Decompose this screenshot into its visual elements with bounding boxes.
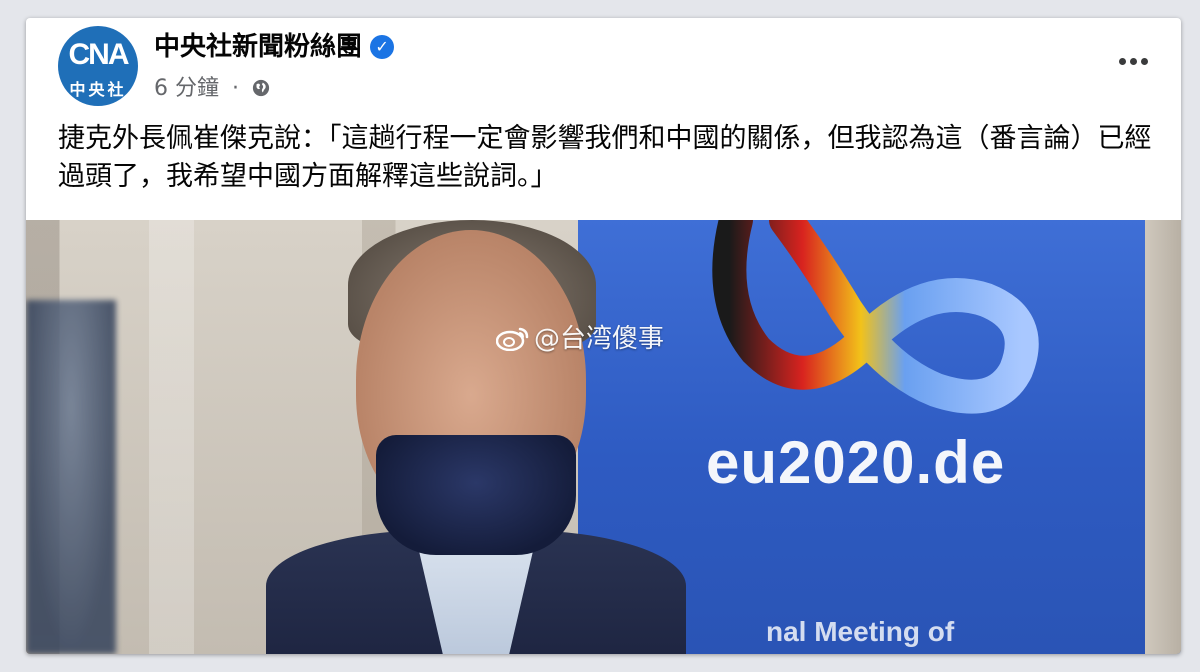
meta-separator: · — [232, 76, 239, 101]
image-background-person — [26, 300, 116, 654]
verified-badge-icon: ✓ — [370, 35, 395, 59]
watermark: @台湾傻事 — [496, 318, 664, 355]
avatar-logo-text: CNA — [68, 38, 130, 71]
page-name-label[interactable]: 中央社新聞粉絲團 — [154, 32, 362, 62]
banner-subtext: nal Meeting of — [766, 616, 955, 647]
post-image[interactable]: eu2020.de nal Meeting of @台湾傻事 — [26, 220, 1181, 654]
more-dot-icon — [1129, 57, 1137, 65]
more-dot-icon — [1140, 57, 1148, 65]
globe-icon[interactable] — [252, 79, 270, 97]
avatar-logo-subtext: 中央社 — [69, 80, 127, 99]
post-meta: 6 分鐘 · — [154, 70, 270, 102]
post-header: CNA 中央社 中央社新聞粉絲團 ✓ 6 分鐘 · — [26, 18, 1181, 118]
weibo-icon — [496, 327, 529, 351]
post-card: CNA 中央社 中央社新聞粉絲團 ✓ 6 分鐘 · 捷克外長佩崔傑克說：「這趟行程… — [26, 18, 1181, 654]
eu-logo-icon — [712, 220, 1039, 414]
more-options-button[interactable] — [1113, 46, 1153, 76]
post-text: 捷克外長佩崔傑克說：「這趟行程一定會影響我們和中國的關係，但我認為這（番言論）已… — [58, 123, 1152, 192]
banner-text: eu2020.de — [706, 429, 1006, 496]
image-pillar — [1145, 220, 1181, 654]
page-name[interactable]: 中央社新聞粉絲團 ✓ — [154, 26, 395, 63]
post-time[interactable]: 6 分鐘 — [154, 76, 219, 101]
watermark-text: @台湾傻事 — [534, 324, 665, 354]
more-dot-icon — [1118, 57, 1126, 65]
image-subject-mask — [376, 435, 576, 555]
avatar[interactable]: CNA 中央社 — [58, 26, 138, 106]
